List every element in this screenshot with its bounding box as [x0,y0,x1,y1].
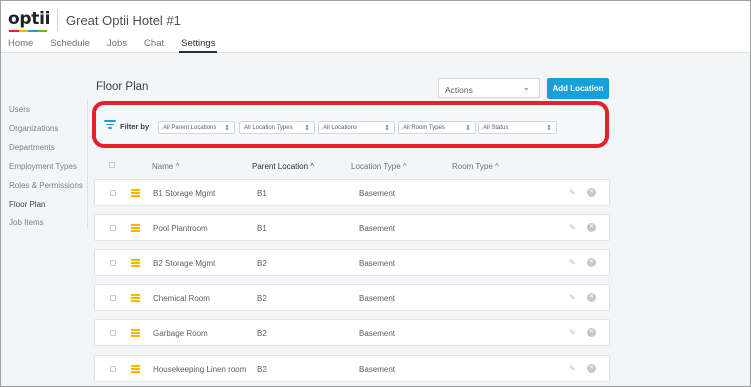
filter-status-select[interactable]: All Status ⇕ [478,121,557,134]
select-arrows-icon: ⇕ [546,124,552,132]
table-row[interactable]: Housekeeping Linen room B2 Basement ✎ ✕ [94,355,610,382]
filter-select-value: All Location Types [244,124,293,131]
cell-name: Pool Plantroom [153,224,208,233]
filter-select-value: All Locations [323,124,358,131]
list-icon [131,224,140,232]
list-icon [131,189,140,197]
edit-pencil-icon[interactable]: ✎ [569,364,576,373]
cell-name: Garbage Room [153,329,208,338]
sidebar-item-users[interactable]: Users [9,105,30,114]
list-icon [131,294,140,302]
delete-icon[interactable]: ✕ [587,188,596,197]
table-header: Name ^ Parent Location ^ Location Type ^… [96,159,610,173]
delete-icon[interactable]: ✕ [587,258,596,267]
column-header-parent-location[interactable]: Parent Location ^ [252,162,314,171]
settings-sidebar: Users Organizations Departments Employme… [1,54,87,387]
row-checkbox[interactable] [110,366,116,372]
select-arrows-icon: ⇕ [304,124,310,132]
table-row[interactable]: B1 Storage Mgmt B1 Basement ✎ ✕ [94,179,610,206]
filter-bar: Filter by All Parent Locations ⇕ All Loca… [92,101,609,148]
cell-location-type: Basement [359,329,396,338]
cell-parent-location: B2 [257,259,267,268]
edit-pencil-icon[interactable]: ✎ [569,293,576,302]
column-header-room-type[interactable]: Room Type ^ [452,162,499,171]
sidebar-item-departments[interactable]: Departments [9,143,55,152]
select-arrows-icon: ⇕ [384,124,390,132]
cell-parent-location: B2 [257,329,267,338]
filter-location-types-select[interactable]: All Location Types ⇕ [239,121,315,134]
column-header-location-type[interactable]: Location Type ^ [351,162,407,171]
table-row[interactable]: Garbage Room B2 Basement ✎ ✕ [94,319,610,346]
filter-icon [104,119,116,129]
nav-tab-chat[interactable]: Chat [144,38,164,52]
select-arrows-icon: ⇕ [224,124,230,132]
table-row[interactable]: Pool Plantroom B1 Basement ✎ ✕ [94,214,610,241]
delete-icon[interactable]: ✕ [587,364,596,373]
row-checkbox[interactable] [110,295,116,301]
cell-location-type: Basement [359,365,396,374]
row-checkbox[interactable] [110,260,116,266]
sidebar-item-employment-types[interactable]: Employment Types [9,162,77,171]
cell-location-type: Basement [359,189,396,198]
cell-parent-location: B2 [257,294,267,303]
filter-select-value: All Status [483,124,509,131]
edit-pencil-icon[interactable]: ✎ [569,258,576,267]
edit-pencil-icon[interactable]: ✎ [569,223,576,232]
nav-tab-schedule[interactable]: Schedule [50,38,90,52]
delete-icon[interactable]: ✕ [587,293,596,302]
edit-pencil-icon[interactable]: ✎ [569,188,576,197]
row-checkbox[interactable] [110,190,116,196]
logo-color-bar [9,30,47,32]
list-icon [131,259,140,267]
filter-locations-select[interactable]: All Locations ⇕ [318,121,395,134]
cell-parent-location: B1 [257,224,267,233]
cell-location-type: Basement [359,294,396,303]
top-bar: optii Great Optii Hotel #1 Home Schedule… [1,1,750,53]
list-icon [131,329,140,337]
cell-name: Housekeeping Linen room [153,365,247,374]
actions-dropdown-value: Actions [445,85,473,95]
table-row[interactable]: Chemical Room B2 Basement ✎ ✕ [94,284,610,311]
main-nav: Home Schedule Jobs Chat Settings [8,38,232,53]
cell-location-type: Basement [359,259,396,268]
filter-select-value: All Parent Locations [163,124,217,131]
cell-name: B2 Storage Mgmt [153,259,216,268]
hotel-name[interactable]: Great Optii Hotel #1 [66,13,181,28]
filter-parent-locations-select[interactable]: All Parent Locations ⇕ [158,121,235,134]
nav-tab-settings[interactable]: Settings [179,38,218,53]
add-location-button[interactable]: Add Location [547,78,609,99]
nav-tab-home[interactable]: Home [8,38,33,52]
delete-icon[interactable]: ✕ [587,328,596,337]
cell-location-type: Basement [359,224,396,233]
delete-icon[interactable]: ✕ [587,223,596,232]
sidebar-item-organizations[interactable]: Organizations [9,124,58,133]
sidebar-item-job-items[interactable]: Job Items [9,218,44,227]
actions-dropdown[interactable]: Actions ⌄ [438,78,540,98]
list-icon [131,365,140,373]
select-all-checkbox[interactable] [109,162,115,168]
table-row[interactable]: B2 Storage Mgmt B2 Basement ✎ ✕ [94,249,610,276]
sidebar-item-floor-plan[interactable]: Floor Plan [9,200,45,209]
sidebar-divider [87,99,88,229]
cell-name: Chemical Room [153,294,210,303]
column-header-name[interactable]: Name ^ [152,162,179,171]
nav-tab-jobs[interactable]: Jobs [107,38,127,52]
filter-select-value: All Room Types [403,124,445,131]
row-checkbox[interactable] [110,330,116,336]
filter-room-types-select[interactable]: All Room Types ⇕ [398,121,476,134]
filter-label: Filter by [120,122,150,131]
optii-logo[interactable]: optii [8,9,50,29]
edit-pencil-icon[interactable]: ✎ [569,328,576,337]
page-title: Floor Plan [96,81,149,93]
cell-parent-location: B1 [257,189,267,198]
cell-parent-location: B2 [257,365,267,374]
cell-name: B1 Storage Mgmt [153,189,216,198]
row-checkbox[interactable] [110,225,116,231]
sidebar-item-roles-permissions[interactable]: Roles & Permissions [9,181,83,190]
select-arrows-icon: ⇕ [465,124,471,132]
chevron-down-icon: ⌄ [522,82,530,92]
logo-separator [57,9,58,31]
